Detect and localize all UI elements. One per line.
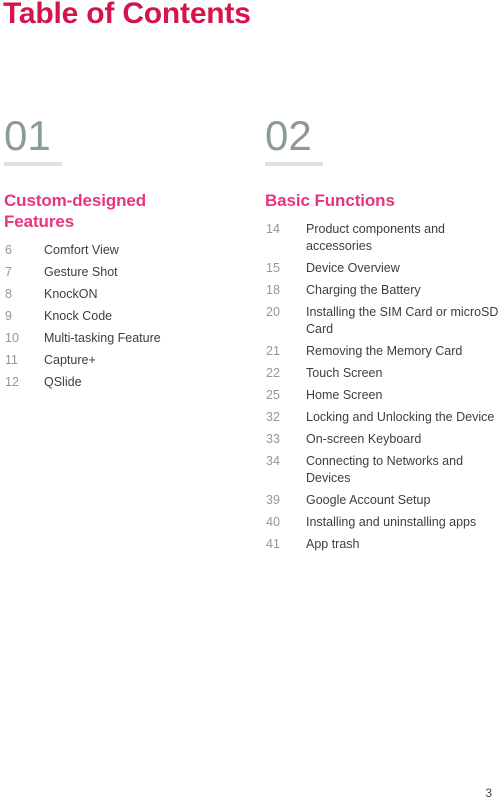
toc-entry-page: 33: [266, 432, 280, 446]
toc-entry[interactable]: 7 Gesture Shot: [3, 264, 253, 281]
toc-entry-page: 22: [266, 366, 280, 380]
toc-entry[interactable]: 34 Connecting to Networks and Devices: [264, 453, 501, 487]
toc-entry[interactable]: 14 Product components and accessories: [264, 221, 501, 255]
section-rule-01: [4, 162, 62, 166]
toc-section-column-1: 01 Custom-designed Features 6 Comfort Vi…: [3, 112, 253, 396]
toc-entry-title: Removing the Memory Card: [306, 344, 463, 358]
toc-entry[interactable]: 18 Charging the Battery: [264, 282, 501, 299]
toc-entry-title: Installing and uninstalling apps: [306, 515, 477, 529]
toc-entry-page: 20: [266, 305, 280, 319]
toc-entry-title: Capture+: [44, 353, 96, 367]
toc-entry-title: Touch Screen: [306, 366, 383, 380]
toc-entry[interactable]: 20 Installing the SIM Card or microSD Ca…: [264, 304, 501, 338]
toc-entry-title: Gesture Shot: [44, 265, 118, 279]
toc-entry[interactable]: 12 QSlide: [3, 374, 253, 391]
toc-entry[interactable]: 8 KnockON: [3, 286, 253, 303]
toc-entry[interactable]: 6 Comfort View: [3, 242, 253, 259]
toc-entry-list-02: 14 Product components and accessories 15…: [264, 221, 501, 553]
toc-entry[interactable]: 25 Home Screen: [264, 387, 501, 404]
toc-entry-title: Charging the Battery: [306, 283, 421, 297]
section-number-01: 01: [4, 112, 51, 159]
toc-entry-page: 21: [266, 344, 280, 358]
toc-entry-title: Locking and Unlocking the Device: [306, 410, 495, 424]
toc-entry-page: 12: [5, 375, 19, 389]
toc-entry-page: 6: [5, 243, 12, 257]
toc-entry-title: Knock Code: [44, 309, 113, 323]
toc-entry[interactable]: 39 Google Account Setup: [264, 492, 501, 509]
toc-entry-title: Device Overview: [306, 261, 400, 275]
toc-entry-title: Product components and accessories: [306, 222, 445, 253]
footer-page-number: 3: [485, 786, 492, 800]
toc-entry[interactable]: 9 Knock Code: [3, 308, 253, 325]
toc-entry-title: QSlide: [44, 375, 82, 389]
toc-entry-page: 7: [5, 265, 12, 279]
section-heading-01: Custom-designed Features: [4, 191, 147, 231]
toc-entry-page: 32: [266, 410, 280, 424]
toc-entry-page: 34: [266, 454, 280, 468]
toc-entry[interactable]: 11 Capture+: [3, 352, 253, 369]
toc-entry-page: 11: [5, 353, 18, 367]
toc-entry-title: Google Account Setup: [306, 493, 431, 507]
toc-entry[interactable]: 22 Touch Screen: [264, 365, 501, 382]
toc-entry-page: 15: [266, 261, 280, 275]
toc-entry-title: Home Screen: [306, 388, 383, 402]
toc-entry-page: 18: [266, 283, 280, 297]
toc-entry-title: Comfort View: [44, 243, 119, 257]
section-heading-02: Basic Functions: [265, 191, 395, 210]
toc-entry[interactable]: 10 Multi-tasking Feature: [3, 330, 253, 347]
toc-entry[interactable]: 32 Locking and Unlocking the Device: [264, 409, 501, 426]
section-rule-02: [265, 162, 323, 166]
toc-entry-list-01: 6 Comfort View 7 Gesture Shot 8 KnockON …: [3, 242, 253, 391]
toc-entry-page: 10: [5, 331, 19, 345]
toc-entry-page: 14: [266, 222, 280, 236]
toc-entry-title: Connecting to Networks and Devices: [306, 454, 464, 485]
section-number-02: 02: [265, 112, 312, 159]
toc-entry-title: On-screen Keyboard: [306, 432, 422, 446]
toc-entry-page: 39: [266, 493, 280, 507]
toc-entry[interactable]: 15 Device Overview: [264, 260, 501, 277]
toc-entry-page: 25: [266, 388, 280, 402]
toc-page: Table of Contents 01 Custom-designed Fea…: [0, 0, 501, 804]
toc-entry-title: KnockON: [44, 287, 98, 301]
toc-entry[interactable]: 40 Installing and uninstalling apps: [264, 514, 501, 531]
page-title: Table of Contents: [3, 0, 251, 30]
toc-entry-page: 9: [5, 309, 12, 323]
toc-section-column-2: 02 Basic Functions 14 Product components…: [264, 112, 501, 558]
toc-entry[interactable]: 41 App trash: [264, 536, 501, 553]
toc-entry-title: App trash: [306, 537, 360, 551]
toc-entry-page: 40: [266, 515, 280, 529]
toc-entry-title: Multi-tasking Feature: [44, 331, 161, 345]
toc-entry[interactable]: 21 Removing the Memory Card: [264, 343, 501, 360]
toc-entry-title: Installing the SIM Card or microSD Card: [306, 305, 499, 336]
toc-entry[interactable]: 33 On-screen Keyboard: [264, 431, 501, 448]
toc-entry-page: 8: [5, 287, 12, 301]
toc-entry-page: 41: [266, 537, 280, 551]
